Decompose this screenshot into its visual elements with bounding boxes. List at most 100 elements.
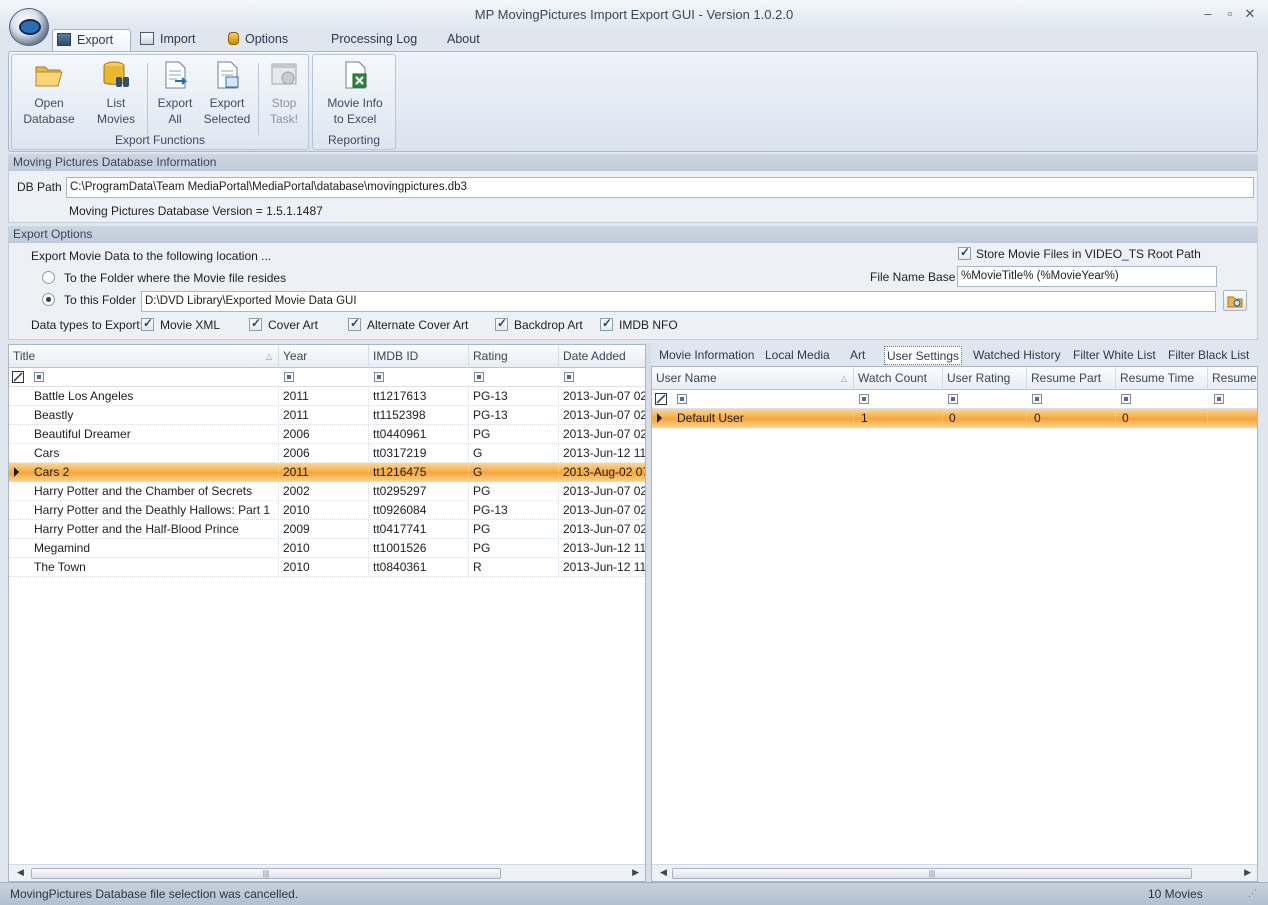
movie-folder-radio[interactable] [42,271,55,284]
backdrop-art-label: Backdrop Art [514,318,583,332]
column-year[interactable]: Year [279,345,369,368]
movies-horizontal-scrollbar[interactable]: ◀ ||| ▶ [9,864,645,881]
filter-year-icon[interactable] [284,372,294,382]
maximize-icon[interactable]: ▫ [1222,6,1238,22]
export-all-label-2: All [168,112,182,126]
filter-clear-icon[interactable] [655,393,667,405]
cell-imdb: tt0317219 [369,444,469,463]
column-resume-time[interactable]: Resume Time [1116,367,1208,390]
cell-date: 2013-Jun-07 02:4 [559,501,645,520]
resize-grip-icon[interactable]: ⋰ [1248,888,1257,899]
column-user-name[interactable]: User Name △ [652,367,854,390]
file-name-base-field[interactable]: %MovieTitle% (%MovieYear%) [957,266,1217,287]
column-rating[interactable]: Rating [469,345,559,368]
movie-info-to-excel-label-1: Movie Info [327,96,383,110]
tab-filter-black-list[interactable]: Filter Black List [1168,346,1249,365]
cell-imdb: tt1152398 [369,406,469,425]
cell-date: 2013-Jun-12 11:5 [559,558,645,577]
open-database-button[interactable]: Open Database [14,59,84,127]
movie-info-to-excel-button[interactable]: Movie Info to Excel [317,59,393,127]
column-title[interactable]: Title △ [9,345,279,368]
scroll-thumb[interactable]: ||| [672,868,1192,879]
filter-user-name-icon[interactable] [677,394,687,404]
export-location-label: Export Movie Data to the following locat… [31,249,272,263]
cell-imdb: tt1216475 [369,463,469,482]
table-row[interactable]: Battle Los Angeles 2011 tt1217613 PG-13 … [9,387,645,406]
this-folder-radio[interactable] [42,293,55,306]
table-row[interactable]: Harry Potter and the Half-Blood Prince 2… [9,520,645,539]
browse-folder-button[interactable] [1223,290,1247,311]
filter-clear-icon[interactable] [12,371,24,383]
tab-processing-log[interactable]: Processing Log [327,29,427,52]
store-video-ts-checkbox[interactable] [958,245,971,260]
export-folder-field[interactable]: D:\DVD Library\Exported Movie Data GUI [141,291,1216,312]
backdrop-art-checkbox[interactable] [495,316,508,331]
stop-task-button[interactable]: Stop Task! [260,59,308,127]
movie-xml-checkbox[interactable] [141,316,154,331]
column-date-added[interactable]: Date Added [559,345,645,368]
db-path-field[interactable]: C:\ProgramData\Team MediaPortal\MediaPor… [66,177,1254,198]
cell-title: Battle Los Angeles [30,387,279,406]
filter-resume-part-icon[interactable] [1032,394,1042,404]
movie-xml-label: Movie XML [160,318,221,332]
imdb-nfo-checkbox[interactable] [600,316,613,331]
db-info-panel: DB Path C:\ProgramData\Team MediaPortal\… [8,171,1258,223]
export-all-button[interactable]: Export All [149,59,201,127]
tab-art[interactable]: Art [850,346,865,365]
cover-art-checkbox[interactable] [249,316,262,331]
alternate-cover-art-checkbox[interactable] [348,316,361,331]
column-watch-count[interactable]: Watch Count [854,367,943,390]
filter-rating-icon[interactable] [474,372,484,382]
filter-watch-count-icon[interactable] [859,394,869,404]
this-folder-radio-label: To this Folder [64,293,137,307]
filter-user-rating-icon[interactable] [948,394,958,404]
filter-imdb-icon[interactable] [374,372,384,382]
scroll-left-icon[interactable]: ◀ [660,867,667,878]
list-movies-button[interactable]: List Movies [86,59,146,127]
title-bar: MP MovingPictures Import Export GUI - Ve… [0,0,1268,28]
scroll-thumb[interactable]: ||| [31,868,501,879]
table-row[interactable]: Cars 2006 tt0317219 G 2013-Jun-12 11:5 [9,444,645,463]
tab-filter-white-list[interactable]: Filter White List [1073,346,1156,365]
tab-watched-history[interactable]: Watched History [973,346,1061,365]
scroll-right-icon[interactable]: ▶ [632,867,639,878]
table-row[interactable]: The Town 2010 tt0840361 R 2013-Jun-12 11… [9,558,645,577]
filter-date-icon[interactable] [564,372,574,382]
table-row-selected[interactable]: Cars 2 2011 tt1216475 G 2013-Aug-02 07:3 [9,463,645,482]
tab-import-label: Import [160,32,196,46]
file-name-base-label: File Name Base [870,270,956,284]
scroll-left-icon[interactable]: ◀ [17,867,24,878]
tab-import[interactable]: Import [136,29,216,52]
column-imdb-id[interactable]: IMDB ID [369,345,469,368]
table-row[interactable]: Beautiful Dreamer 2006 tt0440961 PG 2013… [9,425,645,444]
export-selected-button[interactable]: Export Selected [200,59,254,127]
tab-about[interactable]: About [443,29,503,52]
minimize-icon[interactable]: – [1200,6,1216,22]
scroll-right-icon[interactable]: ▶ [1244,867,1251,878]
table-row-selected[interactable]: Default User 1 0 0 0 [652,409,1257,428]
tab-options[interactable]: Options [224,29,312,52]
export-all-label-1: Export [157,96,193,110]
tab-user-settings[interactable]: User Settings [884,346,963,365]
close-icon[interactable]: ✕ [1242,6,1258,22]
table-row[interactable]: Megamind 2010 tt1001526 PG 2013-Jun-12 1… [9,539,645,558]
cell-imdb: tt0926084 [369,501,469,520]
tab-export[interactable]: Export [52,29,131,52]
table-row[interactable]: Harry Potter and the Deathly Hallows: Pa… [9,501,645,520]
stop-task-icon [271,63,297,85]
column-user-rating[interactable]: User Rating [943,367,1027,390]
window-title: MP MovingPictures Import Export GUI - Ve… [474,7,794,22]
filter-title-icon[interactable] [34,372,44,382]
filter-resume-icon[interactable] [1214,394,1224,404]
application-menu-icon[interactable] [9,8,49,46]
tab-local-media[interactable]: Local Media [765,346,830,365]
table-row[interactable]: Beastly 2011 tt1152398 PG-13 2013-Jun-07… [9,406,645,425]
column-resume-part[interactable]: Resume Part [1027,367,1116,390]
column-resume[interactable]: Resume [1208,367,1257,390]
filter-resume-time-icon[interactable] [1121,394,1131,404]
reporting-group: Movie Info to Excel Reporting [312,54,396,150]
cell-date: 2013-Jun-07 02:4 [559,482,645,501]
table-row[interactable]: Harry Potter and the Chamber of Secrets … [9,482,645,501]
user-horizontal-scrollbar[interactable]: ◀ ||| ▶ [652,864,1257,881]
tab-movie-information[interactable]: Movie Information [659,346,754,365]
